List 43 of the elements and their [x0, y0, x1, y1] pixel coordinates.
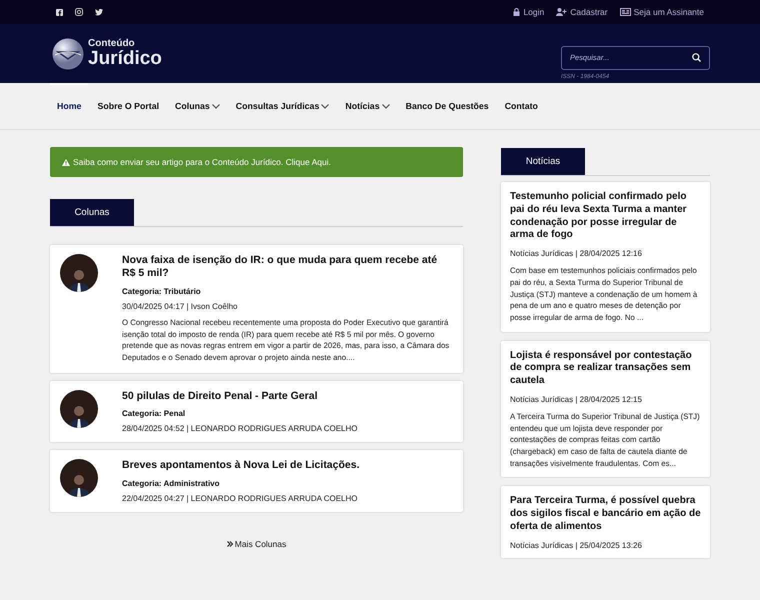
- double-chevron-icon: [226, 540, 233, 546]
- search-icon[interactable]: [692, 53, 701, 62]
- nav-link[interactable]: Sobre O Portal: [90, 82, 166, 130]
- nav-link[interactable]: Notícias: [338, 82, 397, 130]
- article-title[interactable]: 50 pilulas de Direito Penal - Parte Geral: [122, 390, 358, 404]
- instagram-icon[interactable]: [75, 8, 83, 16]
- logo-text: Jurídico: [88, 49, 162, 68]
- logo-text: Conteúdo: [88, 39, 136, 49]
- top-link[interactable]: Cadastrar: [556, 7, 608, 17]
- news-title[interactable]: Para Terceira Turma, é possível quebra dos sigilos fiscal e bancário em ação de oferta de alimentos: [510, 495, 701, 534]
- nav-link[interactable]: Home: [50, 82, 88, 130]
- top-link-label: Cadastrar: [570, 7, 608, 17]
- top-link[interactable]: Login: [513, 7, 544, 17]
- article-category: Categoria: Tributário: [122, 286, 202, 296]
- nav-link[interactable]: Contato: [498, 82, 545, 130]
- news-title[interactable]: Lojista é responsável por contestação de compra se realizar transações sem cautela: [510, 350, 701, 388]
- news-meta: Notícias Jurídicas | 28/04/2025 12:15: [510, 395, 643, 404]
- top-link-label: Login: [523, 7, 544, 17]
- news-title[interactable]: Testemunho policial confirmado pelo pai do réu leva Sexta Turma a manter condenação por posse irregular de arma de fogo: [510, 191, 701, 242]
- nav-link[interactable]: Banco De Questões: [398, 82, 496, 130]
- article-title[interactable]: Breves apontamentos à Nova Lei de Licitações.: [122, 459, 360, 472]
- nav-link[interactable]: Colunas: [168, 82, 227, 130]
- top-link[interactable]: Seja um Assinante: [620, 7, 704, 17]
- article-meta: 28/04/2025 04:52 | LEONARDO RODRIGUES ARRUDA COELHO: [122, 424, 358, 434]
- article-category: Categoria: Penal: [122, 409, 186, 418]
- article-title[interactable]: Nova faixa de isenção do IR: o que muda para quem recebe até R$ 5 mil?: [122, 254, 453, 281]
- globe-logo-icon: [52, 38, 84, 70]
- twitter-icon[interactable]: [95, 8, 103, 16]
- article-category: Categoria: Administrativo: [122, 478, 220, 488]
- nav-link[interactable]: Consultas Jurídicas: [228, 82, 336, 130]
- newspaper-icon: [620, 8, 631, 16]
- warning-icon: [62, 158, 70, 166]
- more-link[interactable]: Mais Colunas: [226, 538, 286, 548]
- news-meta: Notícias Jurídicas | 25/04/2025 13:26: [510, 540, 643, 550]
- top-link-label: Seja um Assinante: [634, 7, 704, 17]
- facebook-icon[interactable]: [56, 8, 63, 16]
- alert-banner[interactable]: Saiba como enviar seu artigo para o Conteúdo Jurídico. Clique Aqui.: [50, 147, 463, 177]
- article-meta: 30/04/2025 04:17 | Ivson Coêlho: [122, 302, 238, 311]
- article-meta: 22/04/2025 04:27 | LEONARDO RODRIGUES ARRUDA COELHO: [122, 494, 359, 502]
- lock-icon: [513, 8, 520, 16]
- alert-text: Saiba como enviar seu artigo para o Conteúdo Jurídico. Clique Aqui.: [73, 157, 331, 167]
- user-plus-icon: [556, 8, 568, 16]
- news-meta: Notícias Jurídicas | 28/04/2025 12:16: [510, 249, 643, 258]
